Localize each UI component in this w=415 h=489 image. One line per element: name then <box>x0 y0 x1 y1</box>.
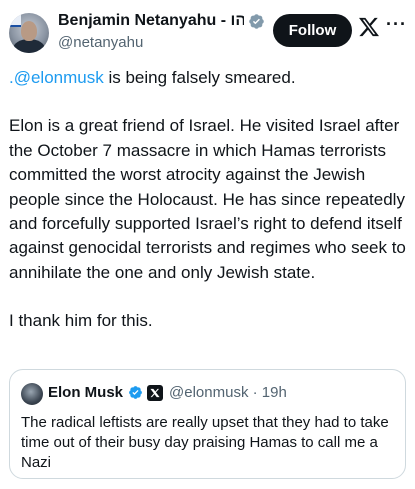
x-logo-icon[interactable] <box>358 17 380 43</box>
author-display-name[interactable]: Benjamin Netanyahu - הו... <box>58 12 244 30</box>
quoted-tweet-text: The radical leftists are really upset th… <box>21 414 389 471</box>
tweet-paragraph-3: I thank him for this. <box>9 311 153 331</box>
mention-link[interactable]: .@elonmusk <box>9 68 104 87</box>
quoted-tweet[interactable]: Elon Musk @elonmusk · 19h The radical le… <box>9 369 406 479</box>
quoted-author-name[interactable]: Elon Musk <box>48 384 123 401</box>
author-avatar[interactable] <box>9 13 49 53</box>
more-options-icon[interactable]: ··· <box>386 14 407 35</box>
tweet-line-1-text: is being falsely smeared. <box>103 68 296 87</box>
x-affiliate-badge-icon <box>147 384 164 401</box>
tweet-body: .@elonmusk is being falsely smeared. Elo… <box>9 66 409 358</box>
quoted-author-avatar[interactable] <box>21 383 43 405</box>
quoted-handle-time[interactable]: @elonmusk · 19h <box>169 384 287 401</box>
tweet-paragraph-1: .@elonmusk is being falsely smeared. <box>9 66 409 90</box>
verified-gray-badge-icon <box>249 13 264 29</box>
follow-button[interactable]: Follow <box>273 14 352 47</box>
flag-icon <box>9 13 21 27</box>
tweet-header: Benjamin Netanyahu - הו... @netanyahu Fo… <box>0 0 415 58</box>
author-handle[interactable]: @netanyahu <box>58 34 143 51</box>
author-name-row: Benjamin Netanyahu - הו... <box>58 12 265 30</box>
tweet-paragraph-2: Elon is a great friend of Israel. He vis… <box>9 116 406 282</box>
verified-blue-badge-icon <box>129 386 142 399</box>
quoted-author-row: Elon Musk @elonmusk · 19h <box>48 384 287 401</box>
